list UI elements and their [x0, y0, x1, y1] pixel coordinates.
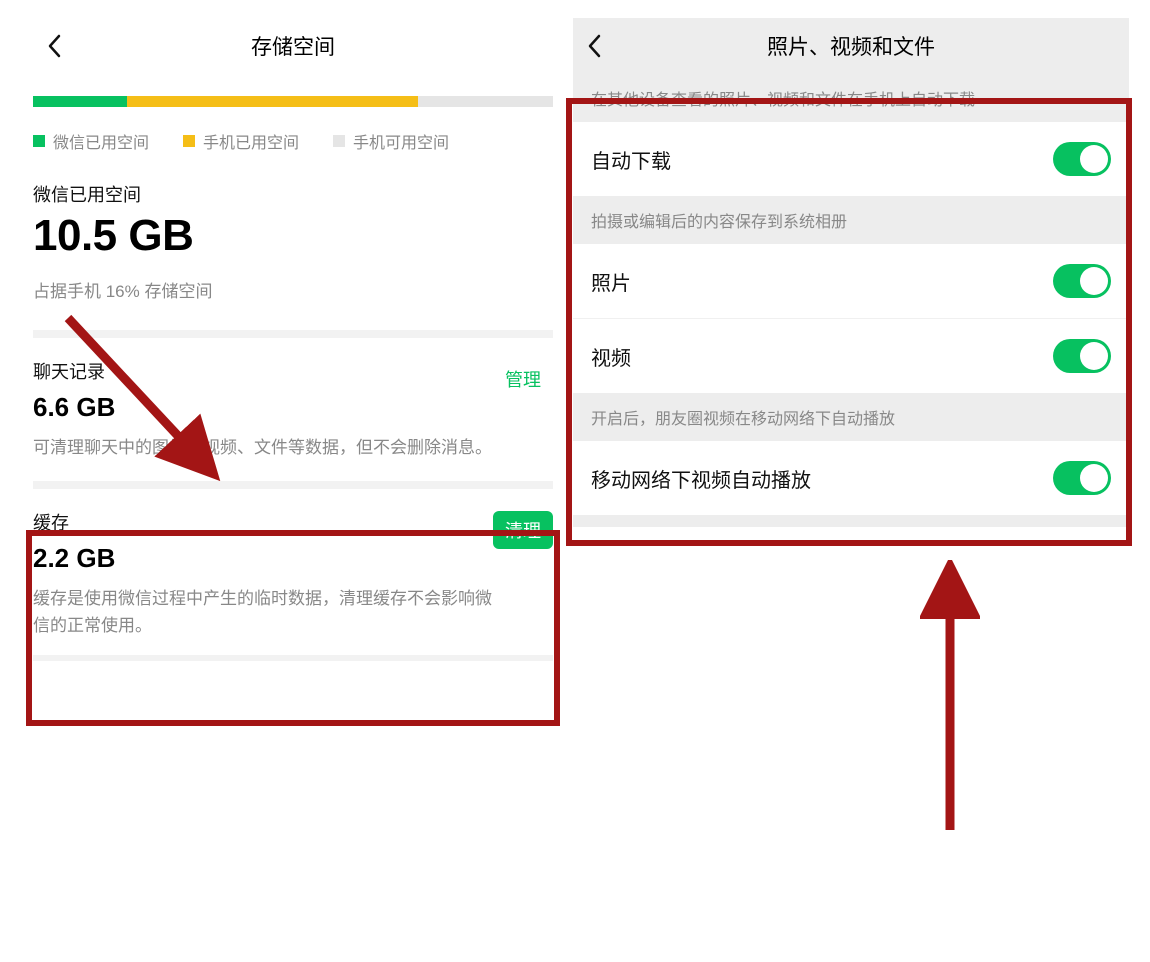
progress-phone-free: [418, 96, 553, 107]
switch-toggle[interactable]: [1053, 339, 1111, 373]
panel-tail: [573, 515, 1129, 527]
toggle-label: 移动网络下视频自动播放: [591, 464, 811, 493]
progress-phone-used: [127, 96, 418, 107]
legend-phone-free: 手机可用空间: [333, 129, 449, 153]
toggle-row-photo: 照片: [573, 244, 1129, 318]
storage-progress-bar: [33, 96, 553, 107]
clean-button[interactable]: 清理: [493, 511, 553, 549]
annotation-arrow-right: [920, 560, 980, 840]
wechat-used-value: 10.5 GB: [33, 211, 553, 261]
legend-label: 手机已用空间: [203, 129, 299, 153]
square-icon: [183, 135, 195, 147]
toggle-row-autodownload: 自动下载: [573, 122, 1129, 196]
toggle-label: 自动下载: [591, 145, 671, 174]
back-icon[interactable]: [47, 34, 61, 58]
toggle-label: 照片: [591, 267, 631, 296]
square-icon: [33, 135, 45, 147]
storage-panel: 存储空间 微信已用空间 手机已用空间 手机可用空间 微信已用空间 10.5 GB: [33, 18, 553, 661]
toggle-row-autoplay: 移动网络下视频自动播放: [573, 441, 1129, 515]
divider: [33, 481, 553, 489]
cache-value: 2.2 GB: [33, 543, 553, 574]
wechat-used-label: 微信已用空间: [33, 181, 553, 207]
toggle-label: 视频: [591, 342, 631, 371]
cache-label: 缓存: [33, 509, 553, 535]
legend-phone-used: 手机已用空间: [183, 129, 299, 153]
chat-history-row: 聊天记录 6.6 GB 管理 可清理聊天中的图片、视频、文件等数据，但不会删除消…: [33, 338, 553, 461]
switch-toggle[interactable]: [1053, 461, 1111, 495]
note-save-to-album: 拍摄或编辑后的内容保存到系统相册: [573, 196, 1129, 244]
wechat-used-section: 微信已用空间 10.5 GB 占据手机 16% 存储空间: [33, 171, 553, 302]
storage-progress: 微信已用空间 手机已用空间 手机可用空间: [33, 74, 553, 153]
cache-row: 缓存 2.2 GB 清理 缓存是使用微信过程中产生的临时数据，清理缓存不会影响微…: [33, 489, 553, 639]
manage-button[interactable]: 管理: [493, 360, 553, 398]
storage-title: 存储空间: [251, 31, 335, 61]
divider: [33, 655, 553, 661]
switch-toggle[interactable]: [1053, 264, 1111, 298]
chat-value: 6.6 GB: [33, 392, 553, 423]
note-autoplay: 开启后，朋友圈视频在移动网络下自动播放: [573, 393, 1129, 441]
divider: [33, 330, 553, 338]
media-panel: 照片、视频和文件 在其他设备查看的照片、视频和文件在手机上自动下载 自动下载 拍…: [573, 18, 1129, 527]
switch-toggle[interactable]: [1053, 142, 1111, 176]
storage-header: 存储空间: [33, 18, 553, 74]
legend: 微信已用空间 手机已用空间 手机可用空间: [33, 129, 553, 153]
chat-label: 聊天记录: [33, 358, 553, 384]
square-icon: [333, 135, 345, 147]
legend-label: 微信已用空间: [53, 129, 149, 153]
media-title: 照片、视频和文件: [767, 31, 935, 61]
cache-desc: 缓存是使用微信过程中产生的临时数据，清理缓存不会影响微信的正常使用。: [33, 586, 493, 639]
legend-wechat-used: 微信已用空间: [33, 129, 149, 153]
progress-wechat-used: [33, 96, 127, 107]
wechat-used-sub: 占据手机 16% 存储空间: [33, 277, 553, 302]
chat-desc: 可清理聊天中的图片、视频、文件等数据，但不会删除消息。: [33, 435, 493, 461]
back-icon[interactable]: [587, 34, 601, 58]
toggle-row-video: 视频: [573, 318, 1129, 393]
note-autodownload: 在其他设备查看的照片、视频和文件在手机上自动下载: [573, 74, 1129, 122]
legend-label: 手机可用空间: [353, 129, 449, 153]
media-header: 照片、视频和文件: [573, 18, 1129, 74]
